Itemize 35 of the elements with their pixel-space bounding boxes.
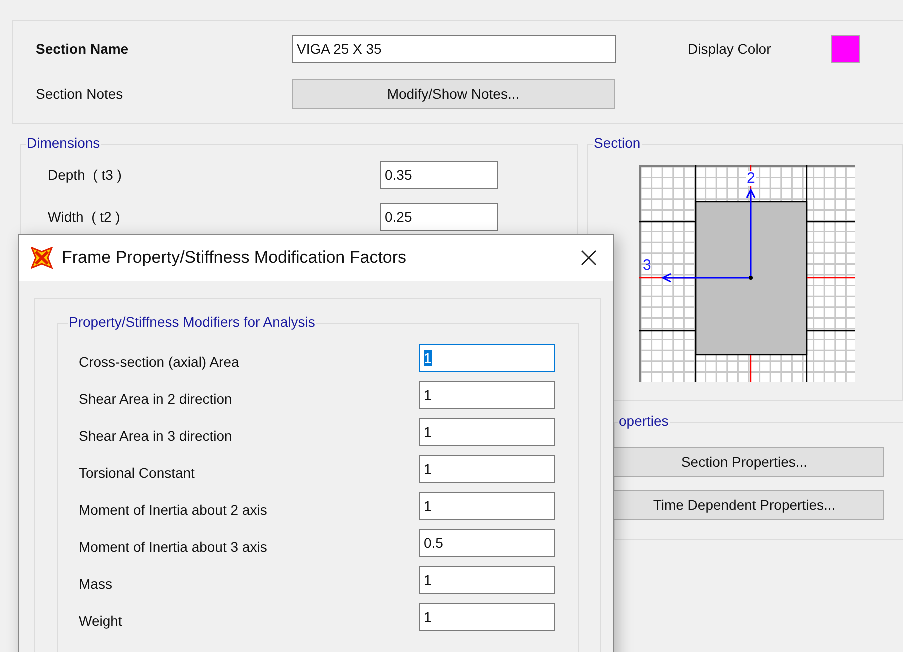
modifier-label: Weight: [78, 612, 124, 629]
input-field[interactable]: 1: [419, 381, 555, 409]
modifier-label: Mass: [78, 575, 114, 592]
axis-label: 2: [746, 171, 756, 186]
input-field[interactable]: 1: [419, 603, 555, 631]
close-icon[interactable]: [581, 250, 597, 266]
notes-button[interactable]: Modify/Show Notes...: [292, 79, 615, 109]
axis-label: 3: [643, 258, 652, 273]
section-notes-label: Section Notes: [35, 86, 124, 102]
input-field[interactable]: 0.25: [380, 203, 498, 231]
input-field[interactable]: 1: [419, 455, 555, 483]
modifier-label: Cross-section (axial) Area: [78, 353, 240, 370]
modifier-label: Moment of Inertia about 3 axis: [78, 538, 268, 555]
group-title: Section: [593, 135, 642, 151]
color-swatch[interactable]: [831, 35, 860, 63]
section-name-label: Section Name: [35, 41, 130, 57]
input-field[interactable]: 1: [419, 492, 555, 520]
field-label: Depth ( t3 ): [47, 167, 123, 183]
input-field[interactable]: 1: [419, 566, 555, 594]
modifier-label: Moment of Inertia about 2 axis: [78, 501, 268, 518]
input-field[interactable]: 0.5: [419, 529, 555, 557]
display-color-label: Display Color: [688, 41, 772, 57]
group-title: Property/Stiffness Modifiers for Analysis: [68, 314, 316, 330]
field-label: Width ( t2 ): [47, 209, 122, 225]
modifier-label: Shear Area in 2 direction: [78, 390, 234, 407]
group-title: Dimensions: [26, 135, 102, 151]
dialog-title: Frame Property/Stiffness Modification Factors: [62, 248, 408, 268]
group-title: operties: [618, 413, 670, 429]
input-field[interactable]: 1: [419, 344, 555, 372]
section-name-field[interactable]: VIGA 25 X 35: [292, 35, 616, 63]
modifier-label: Shear Area in 3 direction: [78, 427, 234, 444]
app-icon: [31, 247, 53, 269]
input-field[interactable]: 1: [419, 418, 555, 446]
input-field[interactable]: 0.35: [380, 161, 498, 189]
modifier-label: Torsional Constant: [78, 464, 196, 481]
